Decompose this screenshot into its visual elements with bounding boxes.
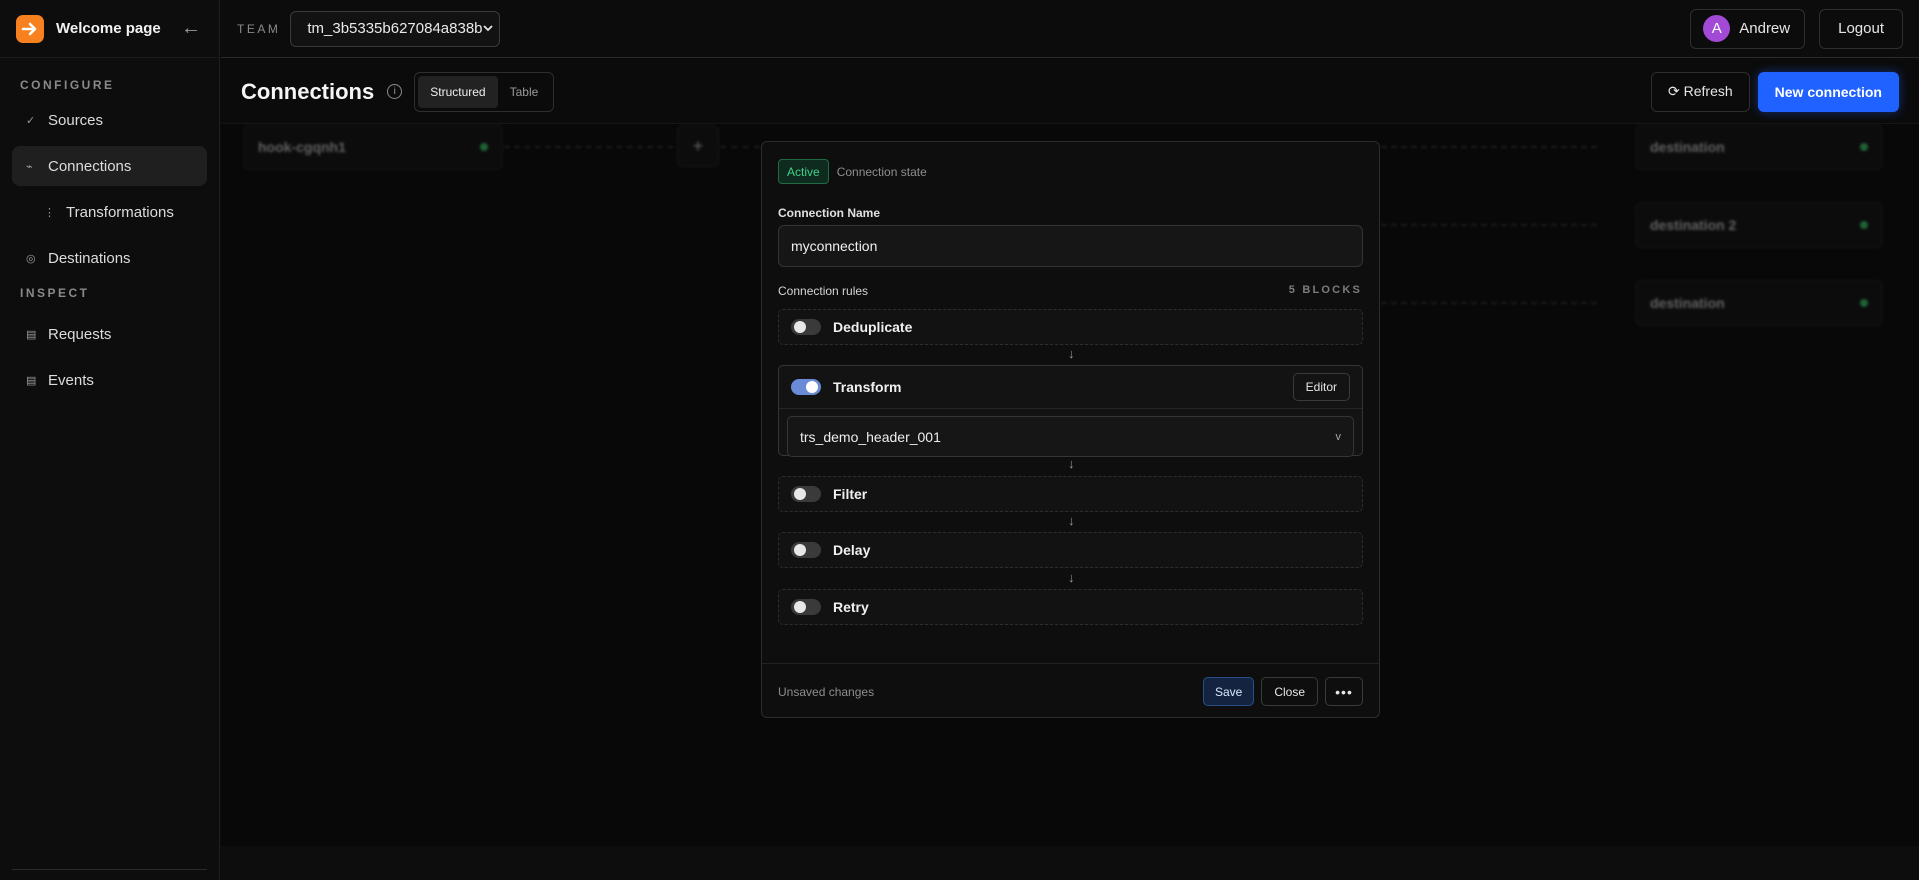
- refresh-button[interactable]: ⟳ Refresh: [1651, 71, 1750, 112]
- brand-bar: Welcome page ←: [0, 0, 219, 58]
- destination-node-label: destination 2: [1650, 217, 1737, 233]
- more-options-icon[interactable]: •••: [1325, 677, 1363, 706]
- deduplicate-toggle[interactable]: [791, 319, 821, 335]
- editor-button[interactable]: Editor: [1292, 373, 1350, 401]
- status-dot: [480, 143, 488, 151]
- rule-filter: Filter: [778, 476, 1363, 512]
- retry-toggle[interactable]: [791, 599, 821, 615]
- section-label-configure: CONFIGURE: [20, 78, 115, 92]
- rule-name: Delay: [833, 542, 871, 558]
- user-menu[interactable]: A Andrew: [1690, 8, 1806, 49]
- sidebar-item-label: Events: [48, 371, 94, 389]
- unsaved-changes-text: Unsaved changes: [778, 684, 875, 699]
- topbar: TEAM tm_3b5335b627084a838b A Andrew Logo…: [221, 0, 1919, 58]
- source-node[interactable]: hook-cgqnh1: [243, 124, 503, 170]
- add-node-button[interactable]: +: [677, 125, 719, 167]
- logout-button[interactable]: Logout: [1819, 8, 1903, 49]
- destination-node-label: destination: [1650, 139, 1725, 155]
- avatar: A: [1703, 15, 1731, 42]
- destination-node[interactable]: destination: [1635, 280, 1883, 326]
- info-icon[interactable]: i: [387, 84, 403, 99]
- collapse-sidebar-icon[interactable]: ←: [179, 17, 203, 40]
- sidebar-item-sources[interactable]: ✓ Sources: [12, 100, 207, 140]
- status-badge[interactable]: Active: [778, 159, 829, 184]
- connection-icon: ⌁: [26, 160, 33, 173]
- blocks-count: 5 BLOCKS: [1288, 284, 1362, 296]
- transform-toggle[interactable]: [791, 379, 821, 395]
- sidebar-item-connections[interactable]: ⌁ Connections: [12, 146, 207, 186]
- rule-name: Transform: [833, 379, 902, 395]
- user-name: Andrew: [1739, 20, 1791, 37]
- transformation-select-value: trs_demo_header_001: [800, 428, 941, 445]
- page-title: Connections: [241, 78, 375, 104]
- sidebar-item-label: Sources: [48, 111, 104, 129]
- team-select-value: tm_3b5335b627084a838b: [307, 20, 483, 37]
- list-icon: ▤: [26, 374, 37, 387]
- rule-transform: Transform Editor trs_demo_header_001 v: [778, 365, 1363, 457]
- rule-name: Filter: [833, 486, 868, 502]
- connection-wire: [1381, 224, 1597, 226]
- connection-name-label: Connection Name: [778, 206, 881, 220]
- modal-footer: Unsaved changes Save Close •••: [762, 663, 1379, 719]
- rule-deduplicate: Deduplicate: [778, 309, 1363, 345]
- list-icon: ▤: [26, 328, 37, 341]
- sidebar-item-label: Transformations: [66, 203, 174, 221]
- status-dot: [1860, 299, 1868, 307]
- sidebar-item-requests[interactable]: ▤ Requests: [12, 314, 207, 354]
- status-dot: [1860, 221, 1868, 229]
- team-label: TEAM: [237, 21, 281, 36]
- section-label-inspect: INSPECT: [20, 286, 90, 300]
- sidebar-item-label: Connections: [48, 157, 132, 175]
- transformation-select[interactable]: trs_demo_header_001 v: [787, 416, 1354, 457]
- connection-wire: [504, 146, 704, 148]
- rule-delay: Delay: [778, 532, 1363, 568]
- rule-name: Retry: [833, 599, 869, 615]
- new-connection-button[interactable]: New connection: [1757, 71, 1899, 112]
- rule-retry: Retry: [778, 589, 1363, 625]
- sidebar-item-transformations[interactable]: ⋮ Transformations: [12, 192, 207, 232]
- dots-vertical-icon: ⋮: [44, 206, 55, 219]
- chevron-down-icon: [482, 20, 493, 37]
- destination-node[interactable]: destination: [1635, 124, 1883, 170]
- close-button[interactable]: Close: [1261, 677, 1318, 706]
- view-option-table[interactable]: Table: [498, 76, 551, 108]
- connection-editor-modal: Active Connection state Connection Name …: [761, 141, 1380, 718]
- filter-toggle[interactable]: [791, 486, 821, 502]
- destination-node[interactable]: destination 2: [1635, 202, 1883, 248]
- sidebar: Welcome page ← CONFIGURE ✓ Sources ⌁ Con…: [0, 0, 220, 880]
- view-option-structured[interactable]: Structured: [418, 75, 498, 108]
- arrow-down-icon: ↓: [1068, 346, 1075, 361]
- canvas-footer: [221, 846, 1919, 880]
- target-icon: ◎: [26, 252, 36, 265]
- status-dot: [1860, 143, 1868, 151]
- sidebar-item-label: Destinations: [48, 249, 131, 267]
- source-node-label: hook-cgqnh1: [258, 139, 346, 155]
- connection-state-row: Active Connection state: [778, 159, 927, 184]
- check-icon: ✓: [26, 114, 36, 127]
- page-header: Connections i Structured Table ⟳ Refresh…: [221, 60, 1919, 124]
- chevron-down-icon: v: [1335, 430, 1342, 443]
- sidebar-divider: [12, 869, 207, 870]
- brand-title[interactable]: Welcome page: [56, 20, 179, 37]
- arrow-right-icon[interactable]: [16, 14, 44, 43]
- arrow-down-icon: ↓: [1068, 513, 1075, 528]
- destination-node-label: destination: [1650, 295, 1725, 311]
- sidebar-item-events[interactable]: ▤ Events: [12, 360, 207, 400]
- connection-wire: [720, 146, 760, 148]
- connection-name-input[interactable]: [778, 225, 1363, 267]
- connection-wire: [1381, 146, 1597, 148]
- save-button[interactable]: Save: [1202, 677, 1255, 706]
- connection-rules-label: Connection rules: [778, 284, 869, 298]
- connection-state-caption: Connection state: [836, 164, 927, 179]
- delay-toggle[interactable]: [791, 542, 821, 558]
- arrow-down-icon: ↓: [1068, 456, 1075, 471]
- rule-divider: [779, 408, 1362, 409]
- sidebar-item-label: Requests: [48, 325, 112, 343]
- view-toggle: Structured Table: [414, 71, 555, 112]
- team-select[interactable]: tm_3b5335b627084a838b: [290, 10, 501, 47]
- arrow-down-icon: ↓: [1068, 570, 1075, 585]
- rule-name: Deduplicate: [833, 319, 913, 335]
- connection-wire: [1381, 302, 1597, 304]
- sidebar-item-destinations[interactable]: ◎ Destinations: [12, 238, 207, 278]
